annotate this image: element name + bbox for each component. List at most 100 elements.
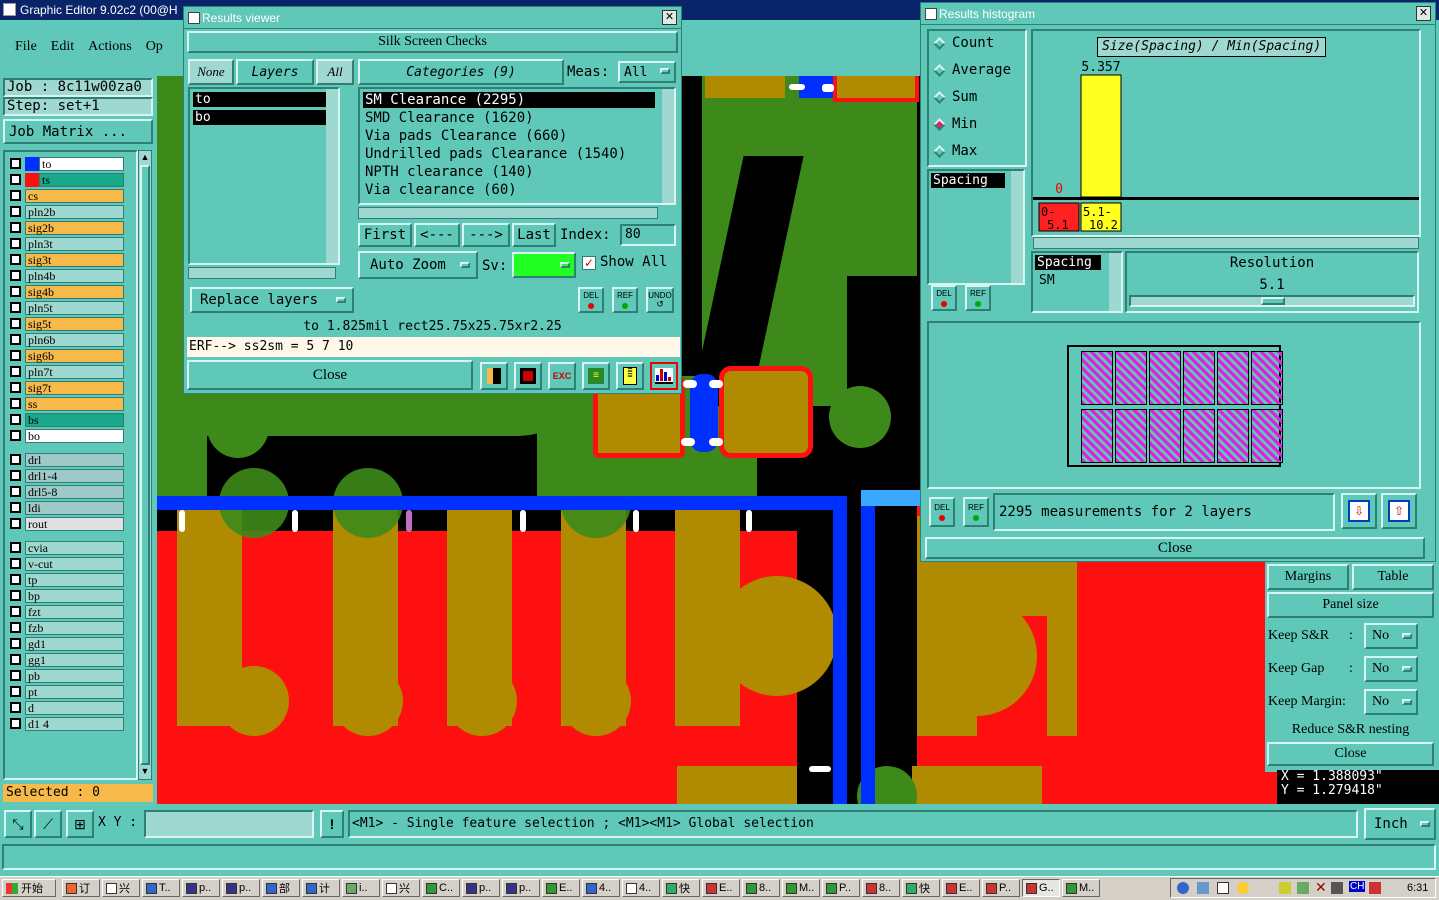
layer-row[interactable]: drl <box>6 452 124 467</box>
layer-row[interactable]: rout <box>6 516 124 531</box>
start-button[interactable]: 开始 <box>2 879 56 897</box>
list2-item[interactable]: SM <box>1035 273 1101 288</box>
layers-button[interactable]: Layers <box>236 59 314 85</box>
none-button[interactable]: None <box>188 59 234 85</box>
taskbar-item[interactable]: E.. <box>542 879 580 897</box>
units-dropdown[interactable]: Inch <box>1364 808 1436 840</box>
category-item[interactable]: Via pads Clearance (660) <box>363 128 655 144</box>
layer-name[interactable]: cs <box>25 188 124 203</box>
layer-checkbox[interactable] <box>10 454 21 465</box>
panel-close-button[interactable]: Close <box>1267 742 1434 766</box>
layer-name[interactable]: pln6b <box>25 332 124 347</box>
prev-button[interactable]: <--- <box>414 223 460 247</box>
hist-ref-button[interactable]: REF <box>965 285 991 311</box>
taskbar-item[interactable]: P.. <box>982 879 1020 897</box>
radio-diamond-icon[interactable] <box>933 63 946 77</box>
layer-name[interactable]: pb <box>25 668 124 683</box>
layer-checkbox[interactable] <box>10 238 21 249</box>
reduce-sr-label[interactable]: Reduce S&R nesting <box>1267 720 1434 740</box>
categories-hscroll[interactable] <box>358 207 658 219</box>
layer-name[interactable]: ldi <box>25 500 124 515</box>
layer-row[interactable]: fzb <box>6 620 124 635</box>
taskbar-item[interactable]: 快 <box>662 879 700 897</box>
layer-name[interactable]: sig6b <box>25 348 124 363</box>
layer-row[interactable]: pt <box>6 684 124 699</box>
layer-row[interactable]: pb <box>6 668 124 683</box>
taskbar-item[interactable]: T.. <box>142 879 180 897</box>
job-matrix-button[interactable]: Job Matrix ... <box>3 119 153 144</box>
taskbar-item[interactable]: M.. <box>1062 879 1100 897</box>
layer-name[interactable]: d1 4 <box>25 716 124 731</box>
layer-row[interactable]: v-cut <box>6 556 124 571</box>
tray-icon[interactable] <box>1279 882 1291 894</box>
layer-row[interactable]: drl1-4 <box>6 468 124 483</box>
layer-row[interactable]: sig2b <box>6 220 124 235</box>
layer-row[interactable]: bp <box>6 588 124 603</box>
layer-row[interactable]: sig3t <box>6 252 124 267</box>
undo-button[interactable]: UNDO ↺ <box>646 287 674 313</box>
taskbar-item[interactable]: 计 <box>302 879 340 897</box>
list2-vscroll[interactable] <box>1109 253 1121 311</box>
layer-row[interactable]: tp <box>6 572 124 587</box>
layer-scroll-thumb[interactable] <box>140 165 150 765</box>
radio-diamond-icon[interactable] <box>933 144 946 158</box>
sv-color-dropdown[interactable] <box>512 252 576 278</box>
taskbar-item[interactable]: 兴 <box>382 879 420 897</box>
layer-checkbox[interactable] <box>10 702 21 713</box>
layer-name[interactable]: fzb <box>25 620 124 635</box>
categories-button[interactable]: Categories (9) <box>358 59 564 85</box>
layer-row[interactable]: gd1 <box>6 636 124 651</box>
layer-row[interactable]: pln4b <box>6 268 124 283</box>
ref-button[interactable]: REF <box>612 287 638 313</box>
snap-tool-button[interactable]: ⊞ <box>66 810 94 838</box>
layer-checkbox[interactable] <box>10 398 21 409</box>
layer-row[interactable]: gg1 <box>6 652 124 667</box>
layers-list[interactable]: to bo <box>188 87 340 265</box>
tool-step-button[interactable]: ≡ <box>582 362 610 390</box>
taskbar-item[interactable]: p.. <box>462 879 500 897</box>
radio-diamond-icon[interactable] <box>933 117 946 131</box>
layer-name[interactable]: gg1 <box>25 652 124 667</box>
last-button[interactable]: Last <box>512 223 556 247</box>
category-item[interactable]: Undrilled pads Clearance (1540) <box>363 146 655 162</box>
scroll-up-icon[interactable]: ▲ <box>140 152 150 164</box>
menu-options[interactable]: Op <box>146 39 163 55</box>
layer-color-swatch[interactable] <box>25 172 39 187</box>
taskbar-item[interactable]: C.. <box>422 879 460 897</box>
layer-checkbox[interactable] <box>10 590 21 601</box>
layer-checkbox[interactable] <box>10 302 21 313</box>
layer-name[interactable]: ss <box>25 396 124 411</box>
taskbar-item[interactable]: 4.. <box>582 879 620 897</box>
layer-name[interactable]: drl5-8 <box>25 484 124 499</box>
histogram-list1[interactable]: Spacing <box>927 169 1025 285</box>
layer-row[interactable]: pln5t <box>6 300 124 315</box>
layer-name[interactable]: pln7t <box>25 364 124 379</box>
close-icon[interactable]: ✕ <box>662 10 677 25</box>
replace-layers-dropdown[interactable]: Replace layers <box>190 287 354 313</box>
keep-sr-dropdown[interactable]: No <box>1364 623 1418 649</box>
layer-row[interactable]: pln3t <box>6 236 124 251</box>
layer-checkbox[interactable] <box>10 206 21 217</box>
keep-margin-dropdown[interactable]: No <box>1364 689 1418 715</box>
layer-checkbox[interactable] <box>10 350 21 361</box>
layer-row[interactable]: sig7t <box>6 380 124 395</box>
layer-checkbox[interactable] <box>10 470 21 481</box>
tray-icon[interactable] <box>1217 882 1229 894</box>
layer-list-item[interactable]: to <box>193 92 333 107</box>
layer-name[interactable]: tp <box>25 572 124 587</box>
taskbar-item[interactable]: p.. <box>182 879 220 897</box>
taskbar-item[interactable]: 快 <box>902 879 940 897</box>
layer-checkbox[interactable] <box>10 318 21 329</box>
layer-checkbox[interactable] <box>10 286 21 297</box>
chart-hscroll[interactable] <box>1033 237 1419 249</box>
layer-row[interactable]: to <box>6 156 124 171</box>
histogram-list2[interactable]: Spacing SM <box>1031 251 1123 313</box>
category-item[interactable]: SMD Clearance (1620) <box>363 110 655 126</box>
tray-icon[interactable] <box>1297 882 1309 894</box>
taskbar-item[interactable]: G.. <box>1022 879 1060 897</box>
taskbar-item[interactable]: 4.. <box>622 879 660 897</box>
layer-checkbox[interactable] <box>10 222 21 233</box>
panel-size-button[interactable]: Panel size <box>1267 592 1434 618</box>
histogram-bar[interactable] <box>1080 74 1122 198</box>
xy-input[interactable] <box>144 810 314 838</box>
